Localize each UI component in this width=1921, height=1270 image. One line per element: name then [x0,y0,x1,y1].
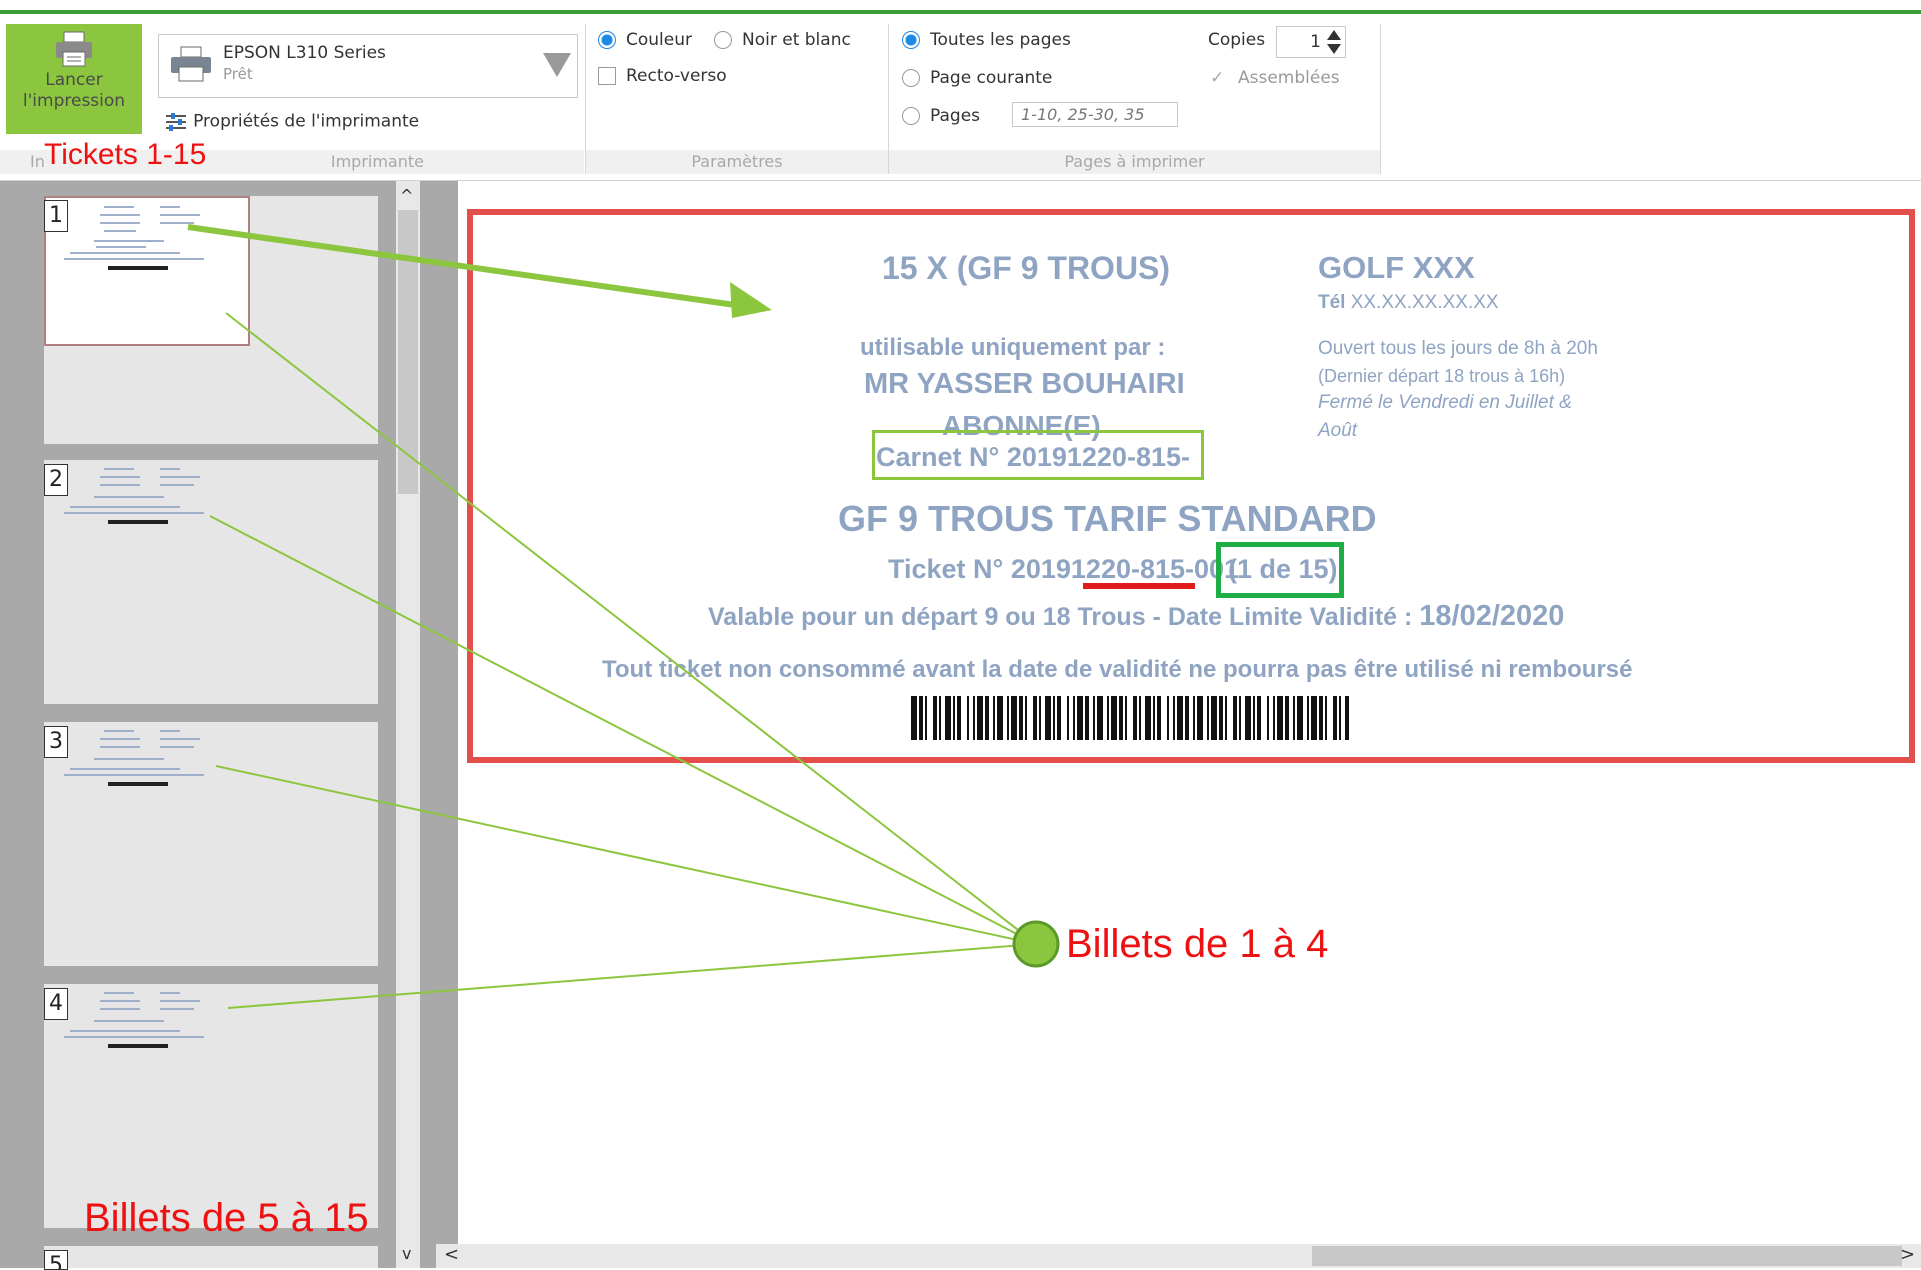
connector-line [227,943,1037,1009]
annotation-tickets-range: Tickets 1-15 [44,138,207,171]
annotation-arrow-line [187,224,743,309]
annotation-billets-5-15: Billets de 5 à 15 [84,1196,369,1240]
connector-line [225,312,1037,945]
connector-hub [1012,920,1060,968]
annotation-overlay [187,224,1060,1009]
annotation-arrow-head [730,282,772,318]
annotation-billets-1-4: Billets de 1 à 4 [1066,922,1329,966]
connector-line [215,765,1037,945]
connector-line [209,515,1037,945]
